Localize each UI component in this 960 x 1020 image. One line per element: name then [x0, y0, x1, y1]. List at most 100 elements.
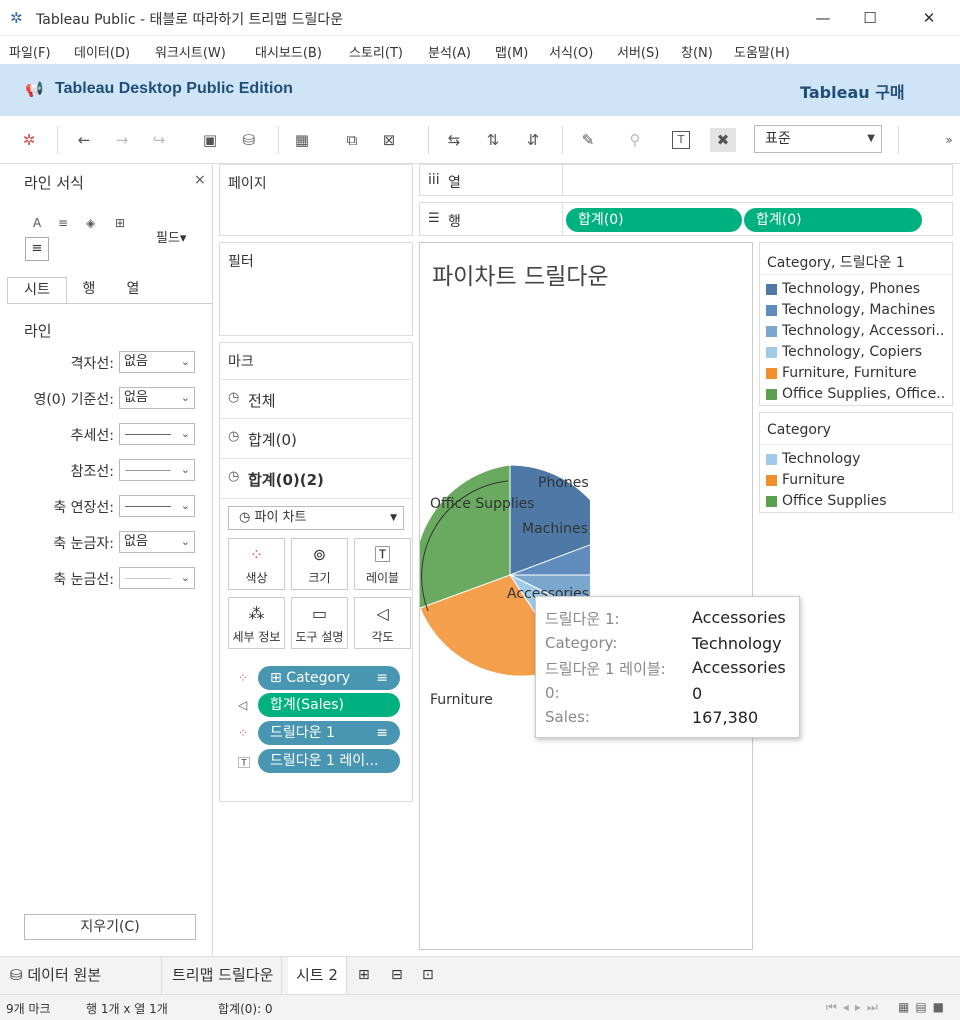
more-tools-icon[interactable]: »: [940, 128, 958, 152]
axis-extension-select[interactable]: ⌄: [119, 495, 195, 517]
sheet-tabs-bar: ⛁ 데이터 원본 트리맵 드릴다운 시트 2 ⊞ ⊟ ⊡: [0, 956, 960, 995]
axis-ticks-select[interactable]: ⌄: [119, 567, 195, 589]
legend-item[interactable]: Technology, Machines: [760, 300, 952, 321]
tab-sheet[interactable]: 시트: [7, 277, 67, 303]
menu-analysis[interactable]: 분석(A): [428, 42, 471, 61]
angle-encoding-icon: ◁: [238, 698, 248, 712]
trend-line-select[interactable]: ⌄: [119, 423, 195, 445]
sort-icon: ≡: [376, 725, 388, 741]
fields-dropdown[interactable]: 필드▾: [156, 227, 186, 246]
menu-format[interactable]: 서식(O): [549, 42, 593, 61]
sort-descending-icon[interactable]: ⇵: [520, 128, 546, 152]
pages-shelf[interactable]: 페이지: [219, 164, 413, 236]
label-button[interactable]: 🅃 레이블: [354, 538, 411, 590]
rows-pill-sum[interactable]: 합계(0): [566, 208, 742, 232]
swap-axes-icon[interactable]: ⇆: [441, 128, 467, 152]
tooltip-value: Accessories: [692, 608, 786, 627]
zero-line-select[interactable]: 없음 ⌄: [119, 387, 195, 409]
show-labels-icon[interactable]: T: [672, 131, 690, 149]
legend-item[interactable]: Office Supplies, Office..: [760, 384, 952, 405]
group-members-icon[interactable]: ⚲: [622, 128, 648, 152]
tab-rows[interactable]: 행: [72, 277, 106, 303]
undo-icon[interactable]: ←: [71, 128, 97, 152]
rows-pill-sum-2[interactable]: 합계(0): [744, 208, 922, 232]
font-icon[interactable]: A: [33, 216, 41, 230]
detail-button[interactable]: ⁂ 세부 정보: [228, 597, 285, 649]
duplicate-sheet-icon[interactable]: ⧉: [339, 128, 365, 152]
shading-icon[interactable]: ◈: [86, 216, 95, 230]
new-datasource-icon[interactable]: ⛁: [236, 128, 262, 152]
category-pill-label: Category: [286, 670, 351, 686]
axis-ruler-select[interactable]: 없음 ⌄: [119, 531, 195, 553]
reference-line-select[interactable]: ⌄: [119, 459, 195, 481]
category-pill[interactable]: ⊞ Category ≡: [258, 666, 400, 690]
rows-shelf[interactable]: ☰ 행 합계(0) 합계(0): [419, 202, 953, 236]
size-button[interactable]: ⊚ 크기: [291, 538, 348, 590]
menu-server[interactable]: 서버(S): [617, 42, 659, 61]
marks-sum-card[interactable]: ◷ 합계(0): [220, 419, 412, 459]
datasource-tab[interactable]: ⛁ 데이터 원본: [2, 957, 162, 995]
menu-story[interactable]: 스토리(T): [349, 42, 403, 61]
gridlines-select[interactable]: 없음 ⌄: [119, 351, 195, 373]
pie-icon: ◷: [239, 510, 251, 525]
drilldown-pill[interactable]: 드릴다운 1 ≡: [258, 721, 400, 745]
minimize-button[interactable]: —: [800, 6, 846, 30]
legend-item[interactable]: Furniture, Furniture: [760, 363, 952, 384]
page-nav-icon[interactable]: ⏮◂▸⏭: [826, 1000, 884, 1015]
sum-sales-pill[interactable]: 합계(Sales): [258, 693, 400, 717]
menu-worksheet[interactable]: 워크시트(W): [155, 42, 226, 61]
edition-banner: 📢 Tableau Desktop Public Edition Tableau…: [0, 64, 960, 116]
close-button[interactable]: ✕: [906, 6, 952, 30]
marks-all-card[interactable]: ◷ 전체: [220, 379, 412, 419]
buy-tableau-link[interactable]: Tableau 구매: [800, 79, 905, 103]
new-worksheet-icon[interactable]: ⊞: [350, 957, 378, 995]
format-pane: 라인 서식 × A ≡ ◈ ⊞ ≡ 필드▾ 시트 행 열 라인 격자선: 없음 ⌄…: [0, 164, 213, 956]
lines-icon[interactable]: ≡: [25, 237, 49, 261]
rows-columns-count: 행 1개 x 열 1개: [86, 1002, 168, 1016]
new-story-icon[interactable]: ⊡: [414, 957, 442, 995]
legend-item-label: Furniture, Furniture: [782, 365, 917, 381]
sheet-tab-treemap[interactable]: 트리맵 드릴다운: [164, 957, 283, 995]
legend-item[interactable]: Technology, Phones: [760, 279, 952, 300]
marks-sum2-card[interactable]: ◷ 합계(0)(2): [220, 459, 412, 499]
sheet-tab-sheet2[interactable]: 시트 2: [288, 957, 347, 995]
menu-data[interactable]: 데이터(D): [74, 42, 130, 61]
columns-shelf[interactable]: iii 열: [419, 164, 953, 196]
view-mode-icon[interactable]: ▦▤■: [898, 1000, 950, 1014]
menu-window[interactable]: 창(N): [681, 42, 713, 61]
clear-button[interactable]: 지우기(C): [24, 914, 196, 940]
sort-ascending-icon[interactable]: ⇅: [480, 128, 506, 152]
new-worksheet-icon[interactable]: ▦: [289, 128, 315, 152]
redo-icon[interactable]: →: [109, 128, 135, 152]
maximize-button[interactable]: ☐: [847, 6, 893, 30]
highlight-icon[interactable]: ✎: [575, 128, 601, 152]
mark-type-select[interactable]: ◷ 파이 차트 ▼: [228, 506, 404, 530]
menu-map[interactable]: 맵(M): [495, 42, 528, 61]
clear-sheet-icon[interactable]: ⊠: [376, 128, 402, 152]
alignment-icon[interactable]: ≡: [58, 216, 68, 230]
close-icon[interactable]: ×: [194, 172, 206, 188]
legend-item[interactable]: Technology, Accessori..: [760, 321, 952, 342]
replay-icon[interactable]: ↪: [146, 128, 172, 152]
new-dashboard-icon[interactable]: ⊟: [383, 957, 411, 995]
menu-file[interactable]: 파일(F): [9, 42, 51, 61]
filters-shelf[interactable]: 필터: [219, 242, 413, 336]
legend-item[interactable]: Furniture: [760, 470, 952, 491]
legend-item[interactable]: Office Supplies: [760, 491, 952, 512]
drilldown-label-pill[interactable]: 드릴다운 1 레이...: [258, 749, 400, 773]
fit-select[interactable]: 표준 ▼: [754, 125, 882, 153]
tableau-home-icon[interactable]: ✲: [16, 128, 42, 152]
format-pane-title: 라인 서식: [24, 174, 84, 192]
fix-axes-icon[interactable]: ✖: [710, 128, 736, 152]
save-icon[interactable]: ▣: [197, 128, 223, 152]
angle-button[interactable]: ◁ 각도: [354, 597, 411, 649]
tooltip-button[interactable]: ▭ 도구 설명: [291, 597, 348, 649]
menu-help[interactable]: 도움말(H): [734, 42, 790, 61]
tab-columns[interactable]: 열: [116, 277, 150, 303]
color-button[interactable]: ⁘ 색상: [228, 538, 285, 590]
menu-dashboard[interactable]: 대시보드(B): [255, 42, 322, 61]
legend-item[interactable]: Technology, Copiers: [760, 342, 952, 363]
legend-item[interactable]: Technology: [760, 449, 952, 470]
detail-icon: ⁂: [248, 604, 265, 623]
borders-icon[interactable]: ⊞: [115, 216, 125, 230]
